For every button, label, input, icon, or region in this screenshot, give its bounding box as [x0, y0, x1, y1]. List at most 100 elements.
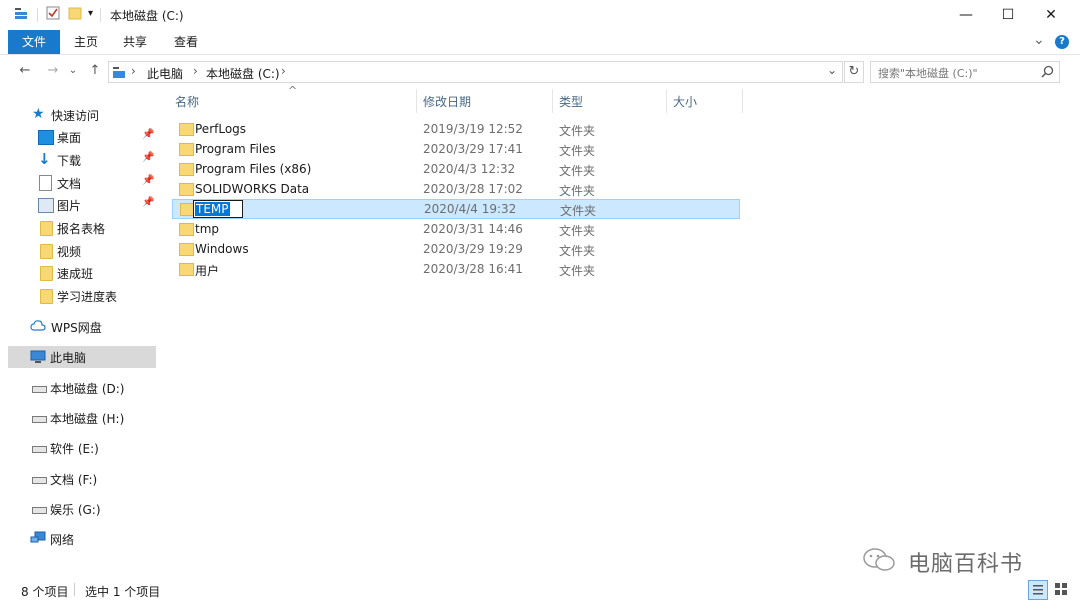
- nav-drive[interactable]: 软件 (E:): [0, 437, 156, 459]
- new-folder-icon[interactable]: [68, 6, 82, 20]
- details-view-button[interactable]: [1028, 580, 1048, 600]
- nav-wps-cloud[interactable]: WPS网盘: [0, 316, 156, 338]
- folder-icon: [179, 163, 194, 176]
- file-modified: 2020/4/3 12:32: [423, 162, 516, 176]
- folder-icon: [179, 243, 194, 256]
- column-divider[interactable]: [416, 89, 417, 113]
- item-count: 8 个项目: [21, 585, 69, 599]
- column-header-name[interactable]: 名称: [175, 93, 199, 111]
- address-dropdown-icon[interactable]: ⌄: [827, 63, 837, 77]
- nav-label: 快速访问: [51, 109, 100, 123]
- drive-icon: [32, 386, 47, 393]
- close-button[interactable]: ✕: [1028, 0, 1074, 30]
- breadcrumb-separator[interactable]: ›: [193, 64, 198, 78]
- column-header-size[interactable]: 大小: [673, 93, 697, 111]
- explorer-icon[interactable]: [14, 6, 28, 20]
- nav-item-folder[interactable]: 视频: [0, 240, 156, 262]
- selection-count: 选中 1 个项目: [85, 585, 161, 599]
- search-icon[interactable]: [1041, 65, 1054, 78]
- column-header-type[interactable]: 类型: [559, 93, 583, 111]
- up-button[interactable]: ↑: [86, 62, 104, 80]
- nav-drive[interactable]: 娱乐 (G:): [0, 498, 156, 520]
- folder-icon: [40, 266, 53, 281]
- nav-network[interactable]: 网络: [0, 528, 156, 550]
- breadcrumb-separator[interactable]: ›: [131, 64, 136, 78]
- nav-quick-access[interactable]: ★ 快速访问: [0, 104, 156, 126]
- nav-label: 报名表格: [57, 222, 106, 236]
- file-row[interactable]: tmp 2020/3/31 14:46 文件夹: [172, 219, 740, 239]
- breadcrumb-c-drive[interactable]: 本地磁盘 (C:): [206, 65, 280, 82]
- file-name: 用户: [195, 264, 220, 278]
- nav-label: 速成班: [57, 267, 94, 281]
- folder-icon: [179, 123, 194, 136]
- file-row[interactable]: Program Files (x86) 2020/4/3 12:32 文件夹: [172, 159, 740, 179]
- breadcrumb-this-pc[interactable]: 此电脑: [147, 65, 183, 82]
- file-row[interactable]: PerfLogs 2019/3/19 12:52 文件夹: [172, 119, 740, 139]
- nav-drive[interactable]: 本地磁盘 (D:): [0, 377, 156, 399]
- tab-home[interactable]: 主页: [66, 30, 106, 54]
- tab-share[interactable]: 共享: [115, 30, 155, 54]
- expand-ribbon-icon[interactable]: ⌄: [1033, 32, 1045, 48]
- nav-label: WPS网盘: [51, 321, 102, 335]
- file-type: 文件夹: [559, 164, 596, 178]
- file-row[interactable]: Program Files 2020/3/29 17:41 文件夹: [172, 139, 740, 159]
- nav-item-folder[interactable]: 学习进度表: [0, 285, 156, 307]
- column-header-modified[interactable]: 修改日期: [423, 93, 471, 111]
- nav-drive[interactable]: 文档 (F:): [0, 468, 156, 490]
- help-icon[interactable]: ?: [1055, 35, 1069, 49]
- nav-item-documents[interactable]: 文档 📌: [0, 172, 156, 194]
- title-divider: [37, 8, 38, 22]
- nav-label: 本地磁盘 (D:): [50, 382, 125, 396]
- column-divider[interactable]: [666, 89, 667, 113]
- tab-file[interactable]: 文件: [8, 30, 60, 54]
- nav-label: 桌面: [57, 131, 82, 145]
- nav-item-folder[interactable]: 报名表格: [0, 217, 156, 239]
- breadcrumb-separator[interactable]: ›: [281, 64, 286, 78]
- column-divider[interactable]: [552, 89, 553, 113]
- minimize-button[interactable]: —: [943, 0, 989, 30]
- tab-view[interactable]: 查看: [166, 30, 206, 54]
- file-name: Program Files (x86): [195, 162, 312, 176]
- search-box[interactable]: 搜索"本地磁盘 (C:)": [870, 61, 1060, 83]
- nav-label: 文档: [57, 177, 82, 191]
- this-pc-icon: [112, 65, 126, 79]
- network-icon: [30, 531, 46, 545]
- nav-drive[interactable]: 本地磁盘 (H:): [0, 407, 156, 429]
- properties-icon[interactable]: [46, 6, 60, 20]
- address-bar[interactable]: › 此电脑 › 本地磁盘 (C:) › ⌄: [108, 61, 843, 83]
- large-icons-view-button[interactable]: [1052, 580, 1070, 598]
- document-icon: [39, 175, 52, 191]
- file-name: Program Files: [195, 142, 276, 156]
- nav-item-downloads[interactable]: ↓ 下载 📌: [0, 149, 156, 171]
- file-row[interactable]: SOLIDWORKS Data 2020/3/28 17:02 文件夹: [172, 179, 740, 199]
- recent-locations-button[interactable]: ⌄: [64, 62, 82, 80]
- refresh-button[interactable]: ↻: [844, 61, 864, 83]
- nav-label: 文档 (F:): [50, 473, 98, 487]
- status-bar: 8 个项目 选中 1 个项目: [0, 578, 1080, 602]
- file-row[interactable]: Windows 2020/3/29 19:29 文件夹: [172, 239, 740, 259]
- customize-toolbar-icon[interactable]: ▾: [88, 8, 93, 19]
- file-type: 文件夹: [559, 124, 596, 138]
- file-row[interactable]: 用户 2020/3/28 16:41 文件夹: [172, 259, 740, 279]
- rename-text[interactable]: TEMP: [195, 202, 230, 216]
- folder-icon: [179, 183, 194, 196]
- wechat-logo-icon: [862, 546, 896, 574]
- file-name: Windows: [195, 242, 249, 256]
- star-icon: ★: [32, 106, 45, 122]
- column-divider[interactable]: [742, 89, 743, 113]
- file-modified: 2020/3/29 17:41: [423, 142, 523, 156]
- ribbon-tabs: 文件 主页 共享 查看 ⌄ ?: [0, 30, 1080, 55]
- nav-item-folder[interactable]: 速成班: [0, 262, 156, 284]
- nav-item-pictures[interactable]: 图片 📌: [0, 194, 156, 216]
- file-row-selected[interactable]: TEMP 2020/4/4 19:32 文件夹: [172, 199, 740, 219]
- forward-button[interactable]: →: [44, 62, 62, 80]
- maximize-button[interactable]: ☐: [985, 0, 1031, 30]
- nav-this-pc[interactable]: 此电脑: [8, 346, 156, 368]
- title-divider: [100, 8, 101, 22]
- search-input[interactable]: 搜索"本地磁盘 (C:)": [878, 65, 978, 81]
- cloud-icon: [30, 319, 46, 333]
- drive-icon: [32, 446, 47, 453]
- back-button[interactable]: ←: [16, 62, 34, 80]
- status-divider: [74, 583, 75, 596]
- nav-item-desktop[interactable]: 桌面 📌: [0, 126, 156, 148]
